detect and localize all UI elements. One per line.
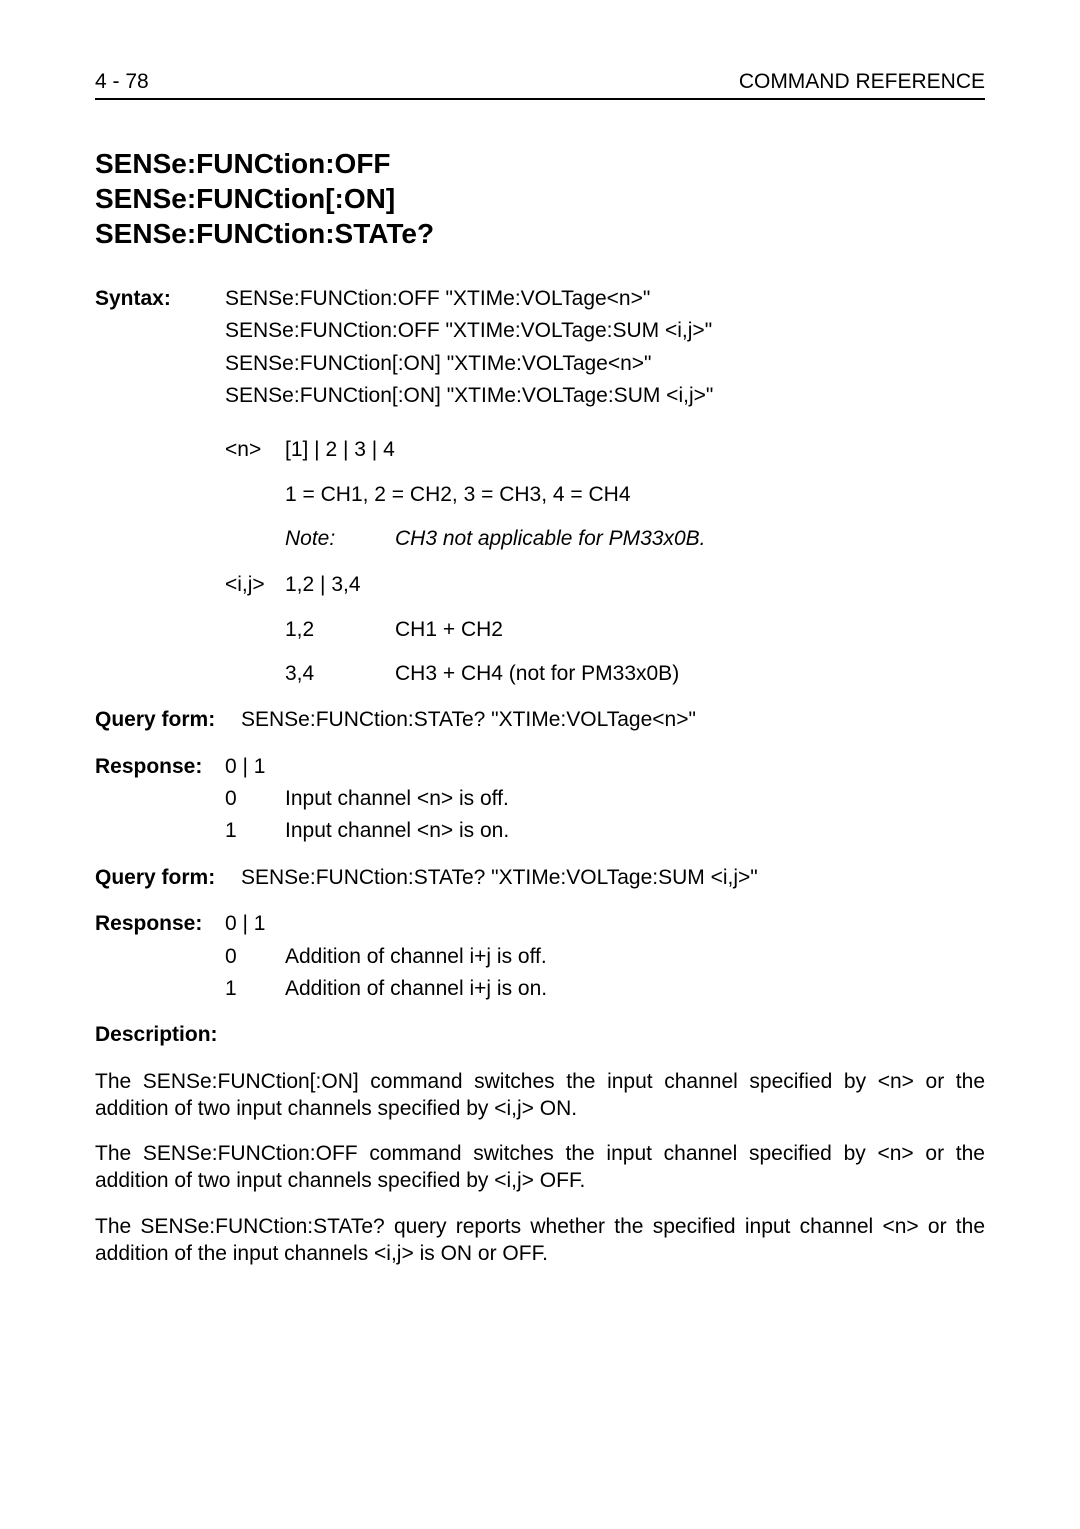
ij-row2-val: CH3 + CH4 (not for PM33x0B) xyxy=(395,660,985,688)
syntax-line-3: SENSe:FUNCtion[:ON] "XTIMe:VOLTage<n>" xyxy=(225,350,985,378)
resp2-row0-val: Addition of channel i+j is off. xyxy=(285,943,985,971)
description-p2: The SENSe:FUNCtion:OFF command switches … xyxy=(95,1140,985,1195)
ij-row2-key: 3,4 xyxy=(285,660,395,688)
resp1-options: 0 | 1 xyxy=(225,753,985,781)
ij-row1-key: 1,2 xyxy=(285,616,395,644)
syntax-line-1: SENSe:FUNCtion:OFF "XTIMe:VOLTage<n>" xyxy=(225,285,985,313)
query-form-2: Query form: SENSe:FUNCtion:STATe? "XTIMe… xyxy=(95,864,985,892)
query2-label: Query form: xyxy=(95,864,241,892)
resp1-row0-key: 0 xyxy=(225,785,285,813)
description-block: Description: The SENSe:FUNCtion[:ON] com… xyxy=(95,1021,985,1267)
title-line-3: SENSe:FUNCtion:STATe? xyxy=(95,218,434,249)
resp1-row1-key: 1 xyxy=(225,817,285,845)
resp2-row0-key: 0 xyxy=(225,943,285,971)
ij-param-tag: <i,j> xyxy=(225,571,285,599)
syntax-line-2: SENSe:FUNCtion:OFF "XTIMe:VOLTage:SUM <i… xyxy=(225,317,985,345)
resp2-row1-val: Addition of channel i+j is on. xyxy=(285,975,985,1003)
syntax-block: Syntax: SENSe:FUNCtion:OFF "XTIMe:VOLTag… xyxy=(95,285,985,688)
syntax-label: Syntax: xyxy=(95,285,225,313)
title-line-2: SENSe:FUNCtion[:ON] xyxy=(95,183,395,214)
note-text: CH3 not applicable for PM33x0B. xyxy=(395,525,985,553)
n-param-tag: <n> xyxy=(225,436,285,464)
title-line-1: SENSe:FUNCtion:OFF xyxy=(95,148,391,179)
page-header: 4 - 78 COMMAND REFERENCE xyxy=(95,70,985,100)
description-p1: The SENSe:FUNCtion[:ON] command switches… xyxy=(95,1068,985,1123)
resp1-label: Response: xyxy=(95,753,225,781)
description-label: Description: xyxy=(95,1021,985,1049)
query1-label: Query form: xyxy=(95,706,241,734)
resp2-label: Response: xyxy=(95,910,225,938)
page-number: 4 - 78 xyxy=(95,70,149,94)
section-label: COMMAND REFERENCE xyxy=(739,70,985,94)
syntax-line-4: SENSe:FUNCtion[:ON] "XTIMe:VOLTage:SUM <… xyxy=(225,382,985,410)
resp1-row0-val: Input channel <n> is off. xyxy=(285,785,985,813)
resp1-row1-val: Input channel <n> is on. xyxy=(285,817,985,845)
resp2-row1-key: 1 xyxy=(225,975,285,1003)
n-param-mapping: 1 = CH1, 2 = CH2, 3 = CH3, 4 = CH4 xyxy=(285,481,985,509)
query1-text: SENSe:FUNCtion:STATe? "XTIMe:VOLTage<n>" xyxy=(241,706,985,734)
note-label: Note: xyxy=(285,525,395,553)
response-1: Response: 0 | 1 0 Input channel <n> is o… xyxy=(95,753,985,846)
response-2: Response: 0 | 1 0 Addition of channel i+… xyxy=(95,910,985,1003)
resp2-options: 0 | 1 xyxy=(225,910,985,938)
description-p3: The SENSe:FUNCtion:STATe? query reports … xyxy=(95,1213,985,1268)
page-title: SENSe:FUNCtion:OFF SENSe:FUNCtion[:ON] S… xyxy=(95,146,985,251)
ij-row1-val: CH1 + CH2 xyxy=(395,616,985,644)
ij-param-options: 1,2 | 3,4 xyxy=(285,571,985,599)
query2-text: SENSe:FUNCtion:STATe? "XTIMe:VOLTage:SUM… xyxy=(241,864,985,892)
n-param-options: [1] | 2 | 3 | 4 xyxy=(285,436,985,464)
query-form-1: Query form: SENSe:FUNCtion:STATe? "XTIMe… xyxy=(95,706,985,734)
document-page: 4 - 78 COMMAND REFERENCE SENSe:FUNCtion:… xyxy=(0,0,1080,1345)
